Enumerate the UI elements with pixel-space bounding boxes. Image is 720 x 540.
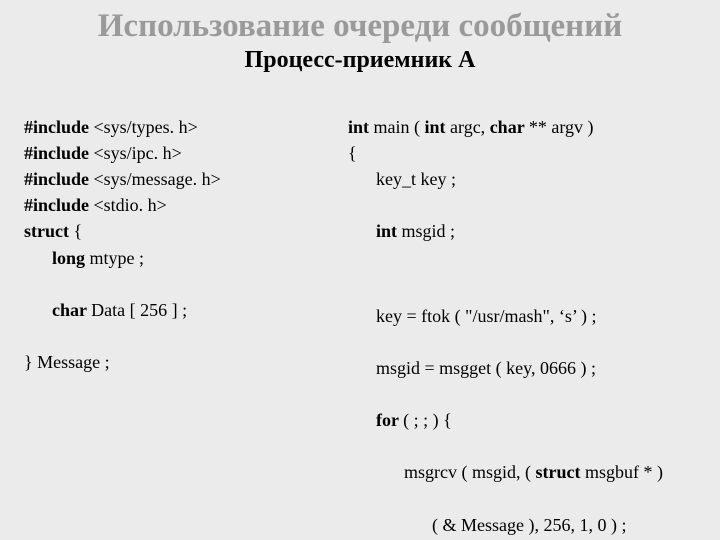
kw-char: char [52,300,91,320]
stmt-msgrcv-c: msgbuf * ) [585,462,663,482]
stmt-msgrcv-d: ( & Message ), 256, 1, 0 ) ; [348,512,712,538]
code-left: #include <sys/types. h> #include <sys/ip… [24,88,324,401]
struct-close: } Message ; [24,352,110,372]
struct-open: { [73,221,82,241]
hdr-stdio: <stdio. h> [94,195,167,215]
kw-include: #include [24,117,94,137]
hdr-message: <sys/message. h> [94,169,221,189]
hdr-ipc: <sys/ipc. h> [94,143,182,163]
kw-int: int [425,117,451,137]
slide-subtitle: Процесс-приемник А [24,47,696,74]
decl-key: key_t key ; [348,166,712,192]
brace-open: { [348,143,357,163]
stmt-msgget: msgid = msgget ( key, 0666 ) ; [348,355,712,381]
stmt-ftok: key = ftok ( "/usr/mash", ‘s’ ) ; [348,303,712,329]
kw-include: #include [24,143,94,163]
kw-for: for [376,410,403,430]
decl-msgid: msgid ; [402,221,456,241]
kw-int: int [376,221,402,241]
arg-argc: argc, [450,117,490,137]
arg-argv: ** argv ) [529,117,594,137]
kw-char: char [490,117,529,137]
content-columns: #include <sys/types. h> #include <sys/ip… [24,88,696,540]
right-column: int main ( int argc, char ** argv ) { ke… [348,88,712,540]
kw-long: long [52,248,90,268]
fn-main: main ( [374,117,425,137]
stmt-msgrcv-a: msgrcv ( msgid, ( [404,462,535,482]
field-data: Data [ 256 ] ; [91,300,187,320]
kw-include: #include [24,195,94,215]
left-column: #include <sys/types. h> #include <sys/ip… [24,88,324,540]
slide: Использование очереди сообщений Процесс-… [0,0,720,540]
slide-title: Использование очереди сообщений [24,8,696,45]
for-head: ( ; ; ) { [403,410,452,430]
kw-struct: struct [535,462,584,482]
kw-int: int [348,117,374,137]
hdr-types: <sys/types. h> [94,117,198,137]
code-right: int main ( int argc, char ** argv ) { ke… [348,88,712,540]
kw-struct: struct [24,221,73,241]
kw-include: #include [24,169,94,189]
field-mtype: mtype ; [90,248,145,268]
